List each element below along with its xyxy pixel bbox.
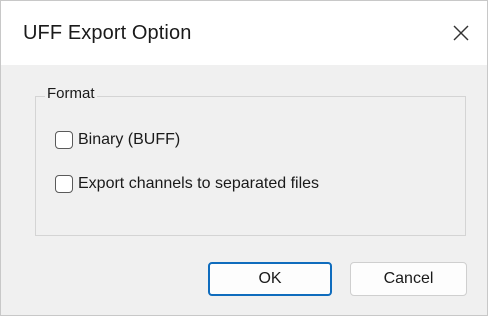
export-separate-files-option[interactable]: Export channels to separated files <box>55 173 319 195</box>
export-separate-files-label: Export channels to separated files <box>78 175 320 192</box>
uff-export-option-dialog: UFF Export Option Format Binary (BUFF) E… <box>0 0 488 316</box>
binary-buff-label: Binary (BUFF) <box>78 131 181 148</box>
title-bar: UFF Export Option <box>1 1 487 65</box>
format-groupbox <box>35 96 466 236</box>
export-separate-files-checkbox[interactable] <box>55 175 73 193</box>
dialog-title: UFF Export Option <box>23 22 192 44</box>
format-group-legend: Format <box>45 85 97 102</box>
cancel-button[interactable]: Cancel <box>350 262 467 296</box>
binary-buff-option[interactable]: Binary (BUFF) <box>55 129 180 151</box>
close-button[interactable] <box>441 13 481 53</box>
ok-button[interactable]: OK <box>208 262 332 296</box>
close-icon <box>453 25 469 41</box>
binary-buff-checkbox[interactable] <box>55 131 73 149</box>
